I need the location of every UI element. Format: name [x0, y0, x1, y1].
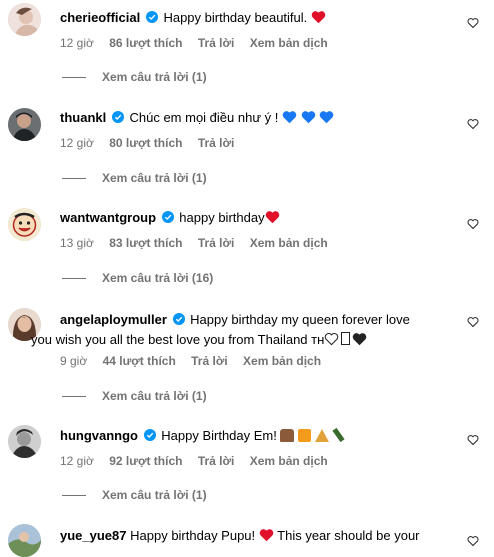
cake-icon — [280, 429, 295, 442]
blue-heart-icon — [301, 110, 316, 130]
heart-outline-icon[interactable] — [467, 316, 479, 328]
gift-icon — [298, 429, 312, 442]
view-replies-button[interactable]: Xem câu trả lời (1) — [62, 70, 207, 84]
translate-button[interactable]: Xem bản dịch — [243, 354, 321, 368]
red-heart-icon — [259, 528, 274, 548]
heart-outline-icon[interactable] — [467, 434, 479, 446]
verified-badge-icon — [145, 11, 158, 23]
comment-meta: 13 giờ 83 lượt thích Trả lời Xem bản dịc… — [60, 236, 340, 250]
view-replies-label: Xem câu trả lời (1) — [102, 70, 207, 84]
verified-badge-icon — [172, 313, 185, 325]
red-heart-icon — [265, 210, 280, 230]
like-count[interactable]: 86 lượt thích — [109, 36, 182, 50]
verified-badge-icon — [111, 111, 124, 123]
comment-meta: 12 giờ 92 lượt thích Trả lời Xem bản dịc… — [60, 454, 340, 468]
timestamp: 12 giờ — [60, 36, 94, 50]
view-replies-label: Xem câu trả lời (16) — [102, 271, 214, 285]
blue-heart-icon — [282, 110, 297, 130]
avatar[interactable] — [8, 425, 41, 458]
comment-text: hungvanngo Happy Birthday Em! — [60, 426, 444, 446]
avatar[interactable] — [8, 208, 41, 241]
verified-badge-icon — [161, 211, 174, 223]
translate-button[interactable]: Xem bản dịch — [250, 454, 328, 468]
avatar[interactable] — [8, 3, 41, 36]
username[interactable]: angelaploymuller — [60, 312, 167, 327]
username[interactable]: yue_yue87 — [60, 528, 127, 543]
comment-body: Happy Birthday Em! — [161, 428, 281, 443]
blue-heart-icon — [319, 110, 334, 130]
view-replies-button[interactable]: Xem câu trả lời (1) — [62, 488, 207, 502]
comment-meta: 12 giờ 80 lượt thích Trả lời — [60, 136, 246, 150]
divider-line — [62, 77, 86, 79]
reply-button[interactable]: Trả lời — [191, 354, 228, 368]
view-replies-button[interactable]: Xem câu trả lời (1) — [62, 171, 207, 185]
comment-text: thuankl Chúc em mọi điều như ý ! — [60, 108, 444, 130]
username[interactable]: cherieofficial — [60, 10, 140, 25]
username[interactable]: wantwantgroup — [60, 210, 156, 225]
heart-outline-icon[interactable] — [467, 218, 479, 230]
party-popper-icon — [314, 429, 329, 442]
translate-button[interactable]: Xem bản dịch — [250, 236, 328, 250]
missing-glyph-icon — [341, 332, 351, 345]
avatar[interactable] — [8, 524, 41, 557]
comment-meta: 9 giờ 44 lượt thích Trả lời Xem bản dịch — [60, 354, 333, 368]
comment-text: angelaploymuller Happy birthday my queen… — [31, 310, 444, 352]
comment-meta: 12 giờ 86 lượt thích Trả lời Xem bản dịc… — [60, 36, 340, 50]
like-count[interactable]: 92 lượt thích — [109, 454, 182, 468]
timestamp: 9 giờ — [60, 354, 88, 368]
comment-body: Chúc em mọi điều như ý ! — [129, 110, 282, 125]
heart-outline-icon[interactable] — [467, 17, 479, 29]
translate-button[interactable]: Xem bản dịch — [250, 36, 328, 50]
divider-line — [62, 396, 86, 398]
white-heart-icon — [324, 332, 339, 352]
like-count[interactable]: 80 lượt thích — [109, 136, 182, 150]
username[interactable]: hungvanngo — [60, 428, 138, 443]
comment-body: Happy birthday my queen forever love — [190, 312, 410, 327]
reply-button[interactable]: Trả lời — [198, 236, 235, 250]
like-count[interactable]: 83 lượt thích — [109, 236, 182, 250]
comment-body-continued: This year should be your — [277, 528, 420, 543]
divider-line — [62, 278, 86, 280]
reply-button[interactable]: Trả lời — [198, 136, 235, 150]
view-replies-button[interactable]: Xem câu trả lời (1) — [62, 389, 207, 403]
timestamp: 13 giờ — [60, 236, 94, 250]
reply-button[interactable]: Trả lời — [198, 36, 235, 50]
comment-body: happy birthday — [179, 210, 265, 225]
comment-text: wantwantgroup happy birthday — [60, 208, 444, 230]
comment-text: cherieofficial Happy birthday beautiful. — [60, 8, 444, 30]
divider-line — [62, 495, 86, 497]
view-replies-label: Xem câu trả lời (1) — [102, 389, 207, 403]
like-count[interactable]: 44 lượt thích — [103, 354, 176, 368]
comment-body-line2: you wish you all the best love you from … — [31, 332, 325, 347]
heart-outline-icon[interactable] — [467, 118, 479, 130]
view-replies-label: Xem câu trả lời (1) — [102, 171, 207, 185]
red-heart-icon — [311, 10, 326, 30]
timestamp: 12 giờ — [60, 136, 94, 150]
timestamp: 12 giờ — [60, 454, 94, 468]
comment-body: Happy birthday Pupu! — [130, 528, 259, 543]
reply-button[interactable]: Trả lời — [198, 454, 235, 468]
avatar[interactable] — [8, 108, 41, 141]
comment-text: yue_yue87 Happy birthday Pupu! This year… — [60, 526, 444, 548]
username[interactable]: thuankl — [60, 110, 106, 125]
view-replies-label: Xem câu trả lời (1) — [102, 488, 207, 502]
view-replies-button[interactable]: Xem câu trả lời (16) — [62, 271, 213, 285]
black-heart-icon — [352, 332, 367, 352]
divider-line — [62, 178, 86, 180]
comment-body: Happy birthday beautiful. — [163, 10, 308, 25]
heart-outline-icon[interactable] — [467, 535, 479, 547]
bottle-icon — [332, 427, 345, 443]
verified-badge-icon — [143, 429, 156, 441]
